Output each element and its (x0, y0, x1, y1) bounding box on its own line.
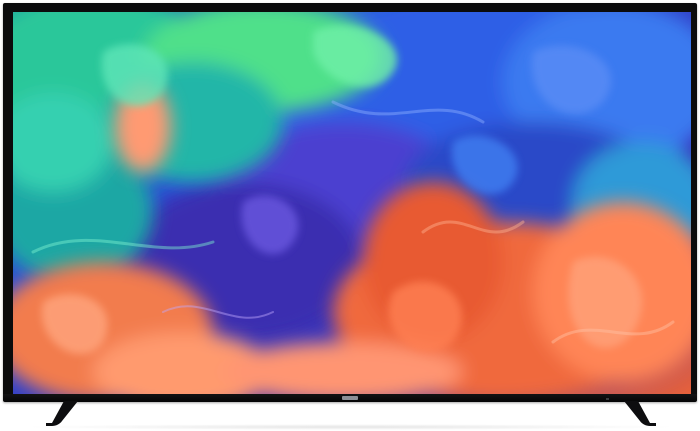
product-image (0, 0, 700, 431)
smoke-artwork (13, 12, 691, 394)
floor-shadow (20, 424, 680, 430)
tv-bezel (3, 3, 697, 402)
brand-logo (342, 396, 358, 400)
power-indicator (606, 398, 609, 400)
stand-foot-right (624, 401, 656, 426)
tv-screen (13, 12, 691, 394)
stand-foot-left (46, 401, 78, 426)
